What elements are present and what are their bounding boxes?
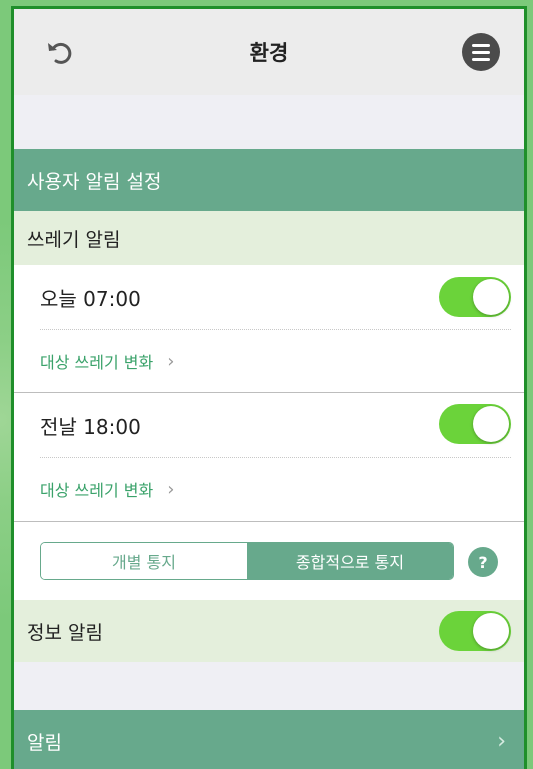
change-target-garbage-link[interactable]: 대상 쓰레기 변화 › — [40, 469, 174, 509]
help-icon: ? — [478, 552, 488, 572]
notifications-row[interactable]: 알림 › — [14, 710, 524, 769]
navigation-bar: 환경 — [14, 9, 524, 95]
page-title: 환경 — [249, 41, 289, 65]
info-alert-label: 정보 알림 — [27, 621, 103, 644]
garbage-alert-title: 쓰레기 알림 — [27, 228, 121, 251]
alert-2-toggle[interactable] — [439, 404, 511, 444]
alert-time-label: 전날 18:00 — [40, 414, 141, 439]
info-alert-toggle[interactable] — [439, 611, 511, 651]
link-label: 대상 쓰레기 변화 — [40, 353, 154, 372]
combined-notify-option[interactable]: 종합적으로 통지 — [247, 543, 453, 579]
undo-icon — [48, 42, 72, 64]
change-target-garbage-link[interactable]: 대상 쓰레기 변화 › — [40, 341, 174, 381]
divider — [40, 329, 511, 330]
alert-time-label: 오늘 07:00 — [40, 286, 141, 311]
section-header-user-alerts: 사용자 알림 설정 — [14, 149, 524, 211]
divider — [40, 457, 511, 458]
chevron-right-icon: › — [167, 350, 175, 372]
undo-button[interactable] — [44, 37, 76, 69]
chevron-right-icon: › — [497, 728, 506, 754]
link-label: 대상 쓰레기 변화 — [40, 481, 154, 500]
garbage-alert-header: 쓰레기 알림 — [14, 211, 524, 265]
toggle-knob — [473, 406, 509, 442]
chevron-right-icon: › — [167, 478, 175, 500]
toggle-knob — [473, 613, 509, 649]
menu-button[interactable] — [462, 33, 500, 71]
individual-notify-option[interactable]: 개별 통지 — [41, 543, 247, 579]
alert-1-toggle[interactable] — [439, 277, 511, 317]
divider — [14, 521, 524, 522]
toggle-knob — [473, 279, 509, 315]
notifications-label: 알림 — [27, 731, 62, 754]
section-title: 사용자 알림 설정 — [27, 170, 162, 193]
help-button[interactable]: ? — [468, 547, 498, 577]
menu-icon — [472, 43, 490, 47]
spacer — [14, 95, 524, 149]
app-frame: 환경 사용자 알림 설정 쓰레기 알림 오늘 07:00 대상 쓰레기 변화 ›… — [11, 6, 527, 769]
notify-mode-segmented-control: 개별 통지 종합적으로 통지 — [40, 542, 454, 580]
spacer — [14, 662, 524, 710]
